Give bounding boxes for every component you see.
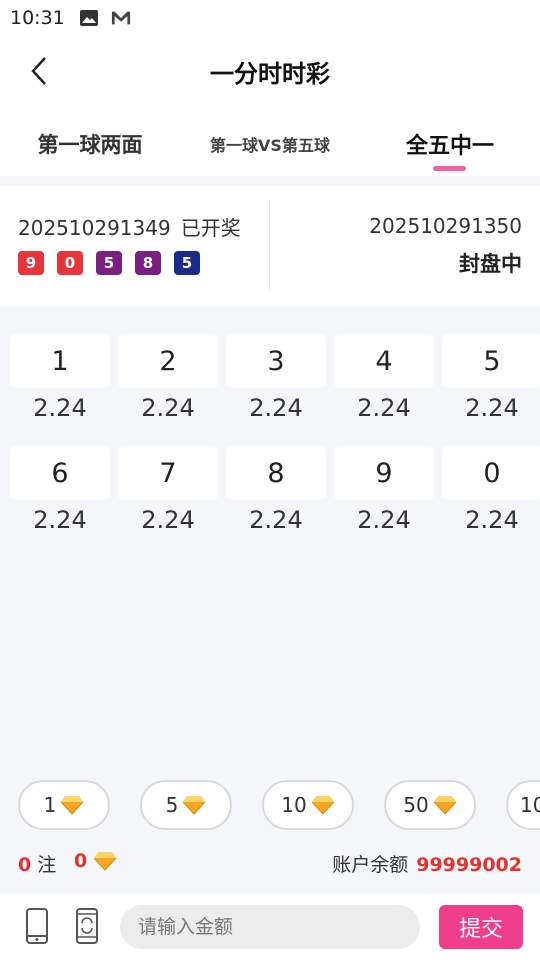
- result-ball: 8: [135, 251, 161, 275]
- bet-summary: 0注 0 账户余额 99999002: [0, 846, 540, 880]
- diamond-icon: [182, 796, 206, 815]
- status-bar: 10:31: [0, 0, 540, 36]
- bet-option-9[interactable]: 9 2.24: [334, 446, 434, 542]
- bet-odds: 2.24: [249, 394, 303, 422]
- result-balls: 9 0 5 8 5: [18, 251, 241, 275]
- next-draw: 202510291350 封盘中: [369, 214, 522, 278]
- chip-selector: 1 5 10 50 10: [0, 780, 540, 832]
- current-status: 已开奖: [180, 216, 241, 240]
- diamond-icon: [433, 796, 457, 815]
- active-tab-indicator: [433, 166, 466, 171]
- bet-option-2[interactable]: 2 2.24: [118, 334, 218, 430]
- chip-10[interactable]: 10: [262, 780, 354, 830]
- phone-icon[interactable]: [22, 908, 52, 944]
- chip-5[interactable]: 5: [140, 780, 232, 830]
- draw-panel: 202510291349 已开奖 9 0 5 8 5 202510291350 封…: [0, 186, 540, 306]
- chip-value: 5: [165, 793, 179, 817]
- diamond-icon: [311, 796, 335, 815]
- chip-value: 10: [520, 793, 540, 817]
- bet-amount: 0: [74, 850, 117, 872]
- bet-count-unit: 注: [37, 854, 57, 876]
- shake-phone-icon[interactable]: [72, 908, 102, 944]
- result-ball: 5: [96, 251, 122, 275]
- balance-label: 账户余额: [332, 854, 409, 876]
- bet-option-1[interactable]: 1 2.24: [10, 334, 110, 430]
- bet-option-0[interactable]: 0 2.24: [442, 446, 540, 542]
- mail-icon: [111, 11, 130, 25]
- bet-number: 5: [442, 334, 540, 388]
- tab-first-vs-fifth[interactable]: 第一球VS第五球: [195, 124, 345, 164]
- chip-partial[interactable]: 10: [506, 780, 540, 830]
- bet-number: 2: [118, 334, 218, 388]
- bet-odds: 2.24: [33, 506, 87, 534]
- diamond-icon: [60, 796, 84, 815]
- bet-option-4[interactable]: 4 2.24: [334, 334, 434, 430]
- bet-number: 0: [442, 446, 540, 500]
- next-status: 封盘中: [459, 252, 522, 276]
- amount-input[interactable]: [120, 905, 420, 949]
- bet-odds: 2.24: [357, 506, 411, 534]
- result-ball: 5: [174, 251, 200, 275]
- bet-number: 7: [118, 446, 218, 500]
- tab-first-ball-two-sides[interactable]: 第一球两面: [20, 124, 160, 164]
- bet-odds: 2.24: [249, 506, 303, 534]
- bet-number: 3: [226, 334, 326, 388]
- bet-number: 9: [334, 446, 434, 500]
- header: 一分时时彩: [0, 36, 540, 106]
- result-ball: 0: [57, 251, 83, 275]
- image-icon: [79, 10, 98, 26]
- current-draw: 202510291349 已开奖 9 0 5 8 5: [18, 212, 241, 275]
- divider: [269, 200, 270, 292]
- bet-option-6[interactable]: 6 2.24: [10, 446, 110, 542]
- bet-odds: 2.24: [465, 506, 519, 534]
- chip-1[interactable]: 1: [18, 780, 110, 830]
- chip-value: 50: [403, 793, 429, 817]
- bet-amount-value: 0: [74, 850, 88, 872]
- bet-option-3[interactable]: 3 2.24: [226, 334, 326, 430]
- bet-number: 8: [226, 446, 326, 500]
- chip-50[interactable]: 50: [384, 780, 476, 830]
- submit-button[interactable]: 提交: [439, 905, 523, 949]
- bet-option-5[interactable]: 5 2.24: [442, 334, 540, 430]
- bet-odds: 2.24: [33, 394, 87, 422]
- bet-odds: 2.24: [357, 394, 411, 422]
- tab-all-five-one[interactable]: 全五中一: [385, 124, 515, 164]
- bet-option-7[interactable]: 7 2.24: [118, 446, 218, 542]
- balance-value: 99999002: [416, 854, 522, 876]
- bet-count: 0注: [18, 850, 56, 877]
- bet-count-value: 0: [18, 854, 32, 876]
- bet-number: 1: [10, 334, 110, 388]
- bet-number: 6: [10, 446, 110, 500]
- account-balance: 账户余额 99999002: [332, 850, 522, 877]
- diamond-icon: [93, 852, 117, 871]
- page-title: 一分时时彩: [210, 60, 330, 88]
- result-ball: 9: [18, 251, 44, 275]
- bet-odds: 2.24: [465, 394, 519, 422]
- chip-value: 10: [281, 793, 307, 817]
- bet-odds: 2.24: [141, 506, 195, 534]
- current-issue: 202510291349: [18, 216, 171, 240]
- status-time: 10:31: [10, 7, 65, 29]
- bet-odds: 2.24: [141, 394, 195, 422]
- next-issue: 202510291350: [369, 214, 522, 238]
- bet-number: 4: [334, 334, 434, 388]
- chip-value: 1: [43, 793, 57, 817]
- bet-option-8[interactable]: 8 2.24: [226, 446, 326, 542]
- bottom-bar: 提交: [0, 894, 540, 960]
